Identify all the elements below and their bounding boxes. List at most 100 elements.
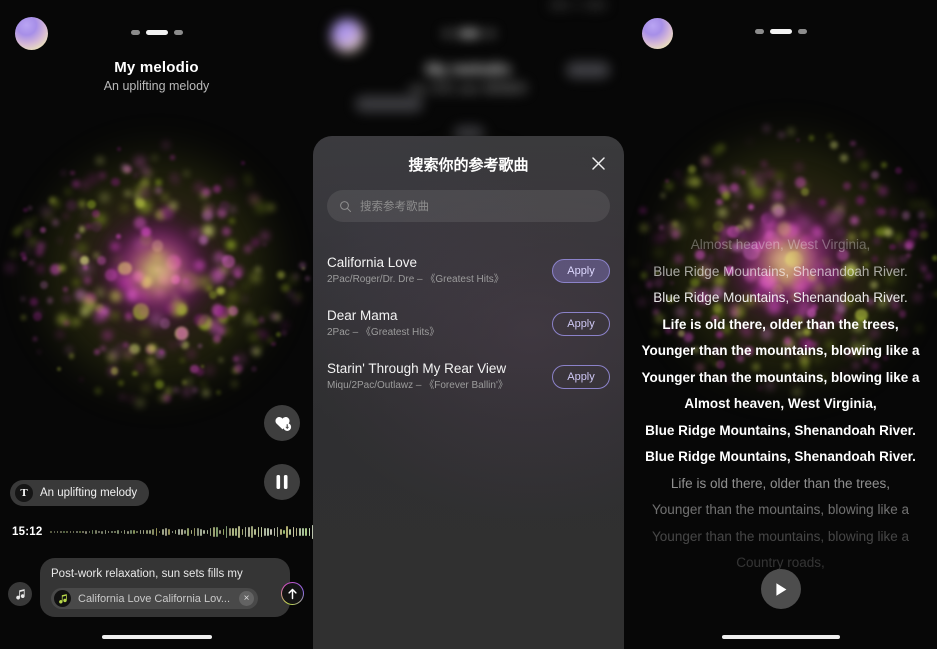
particle xyxy=(197,275,210,289)
particle xyxy=(145,171,152,178)
particle xyxy=(111,177,120,187)
particle xyxy=(72,317,81,327)
particle xyxy=(216,207,227,218)
particle xyxy=(879,208,886,215)
particle xyxy=(256,202,266,213)
waveform-bar xyxy=(155,528,158,536)
particle xyxy=(97,306,109,318)
page-subtitle: An uplifting melody xyxy=(103,79,210,93)
lyric-line[interactable]: Blue Ridge Mountains, Shenandoah River. xyxy=(632,259,929,286)
apply-song-button[interactable]: Apply xyxy=(552,258,610,283)
page-dot[interactable] xyxy=(754,29,764,34)
particle xyxy=(124,312,132,320)
page-indicator xyxy=(130,30,183,35)
particle xyxy=(808,134,815,141)
song-result-row[interactable]: Starin' Through My Rear View Miqu/2Pac/Ou… xyxy=(327,350,610,403)
playback-timeline[interactable]: 15:12 xyxy=(12,521,313,543)
favorite-button[interactable] xyxy=(264,405,300,441)
particle xyxy=(686,178,695,187)
song-result-row[interactable]: Dear Mama 2Pac – 《Greatest Hits》 Apply xyxy=(327,297,610,350)
waveform-bar xyxy=(257,526,260,538)
particle xyxy=(61,171,66,175)
waveform-bar xyxy=(279,528,282,536)
lyrics-list[interactable]: Almost heaven, West Virginia, Blue Ridge … xyxy=(632,232,929,577)
particle xyxy=(172,386,179,394)
waveform-bar xyxy=(232,527,234,537)
particle xyxy=(858,149,862,154)
waveform-bar xyxy=(56,531,59,533)
waveform-bar xyxy=(184,530,186,534)
page-dot[interactable] xyxy=(797,29,807,34)
play-pause-button[interactable] xyxy=(264,464,300,500)
particle xyxy=(37,241,45,250)
lyric-line[interactable]: Blue Ridge Mountains, Shenandoah River. xyxy=(632,418,929,445)
close-button[interactable] xyxy=(586,151,610,175)
waveform-bar xyxy=(91,530,94,534)
page-dot-active[interactable] xyxy=(145,30,168,35)
lyric-line[interactable]: Blue Ridge Mountains, Shenandoah River. xyxy=(632,285,929,312)
lyric-line[interactable]: Younger than the mountains, blowing like… xyxy=(632,365,929,392)
lyric-line[interactable]: Younger than the mountains, blowing like… xyxy=(632,497,929,524)
particle xyxy=(249,332,259,342)
particle xyxy=(878,186,888,196)
page-dot[interactable] xyxy=(173,30,183,35)
song-title: Starin' Through My Rear View xyxy=(327,361,507,376)
lyric-line[interactable]: Blue Ridge Mountains, Shenandoah River. xyxy=(632,444,929,471)
particle xyxy=(165,254,181,271)
play-button[interactable] xyxy=(760,569,801,609)
lyric-line[interactable]: Life is old there, older than the trees, xyxy=(632,471,929,498)
particle xyxy=(282,322,289,329)
lyric-line[interactable]: Younger than the mountains, blowing like… xyxy=(632,338,929,365)
waveform-bar xyxy=(50,531,53,533)
particle xyxy=(40,226,47,233)
page-dot[interactable] xyxy=(130,30,140,35)
waveform-bar xyxy=(289,528,292,536)
prompt-card[interactable]: Post-work relaxation, sun sets fills my … xyxy=(40,558,290,617)
song-result-row[interactable]: California Love 2Pac/Roger/Dr. Dre – 《Gre… xyxy=(327,244,610,297)
apply-song-button[interactable]: Apply xyxy=(552,311,610,336)
lyric-line[interactable]: Younger than the mountains, blowing like… xyxy=(632,524,929,551)
lyric-line[interactable]: Almost heaven, West Virginia, xyxy=(632,391,929,418)
lyric-line[interactable]: Life is old there, older than the trees, xyxy=(632,312,929,339)
particle xyxy=(220,265,229,274)
home-indicator xyxy=(721,635,840,639)
reference-song-chip[interactable]: California Love California Lov... × xyxy=(51,588,259,609)
particle xyxy=(648,221,654,227)
particle xyxy=(75,289,87,301)
particle xyxy=(201,192,208,199)
style-tag-chip[interactable]: T An uplifting melody xyxy=(10,480,150,506)
particle xyxy=(82,209,90,217)
particle xyxy=(110,290,123,303)
particle xyxy=(772,190,784,201)
music-note-button[interactable] xyxy=(8,582,32,606)
particle xyxy=(129,396,134,401)
apply-song-button[interactable]: Apply xyxy=(552,364,610,389)
lyric-line[interactable]: Almost heaven, West Virginia, xyxy=(632,232,929,259)
search-input[interactable]: 搜索参考歌曲 xyxy=(327,190,610,222)
particle xyxy=(268,338,274,344)
particle xyxy=(183,170,189,176)
particle xyxy=(772,206,784,218)
page-subtitle-blurred: rap, 文艺, pop, 轻快音乐 xyxy=(409,83,528,95)
particle xyxy=(231,381,237,387)
particle xyxy=(162,141,169,148)
waveform-bar xyxy=(130,529,132,535)
particle xyxy=(36,265,45,273)
particle xyxy=(207,323,213,330)
particle xyxy=(49,197,56,204)
send-button[interactable] xyxy=(281,582,304,605)
waveform-bar xyxy=(63,530,65,534)
waveform-bar xyxy=(228,528,231,536)
audio-waveform[interactable] xyxy=(50,521,313,543)
particle xyxy=(215,252,223,260)
page-dot-active[interactable] xyxy=(769,29,792,34)
avatar[interactable] xyxy=(15,17,48,50)
remove-reference-icon[interactable]: × xyxy=(239,591,255,606)
particle xyxy=(123,167,129,173)
particle xyxy=(234,271,242,279)
particle xyxy=(159,265,179,285)
particle xyxy=(267,203,275,212)
wifi-icon xyxy=(574,2,580,8)
particle xyxy=(149,267,156,274)
avatar[interactable] xyxy=(642,18,673,49)
